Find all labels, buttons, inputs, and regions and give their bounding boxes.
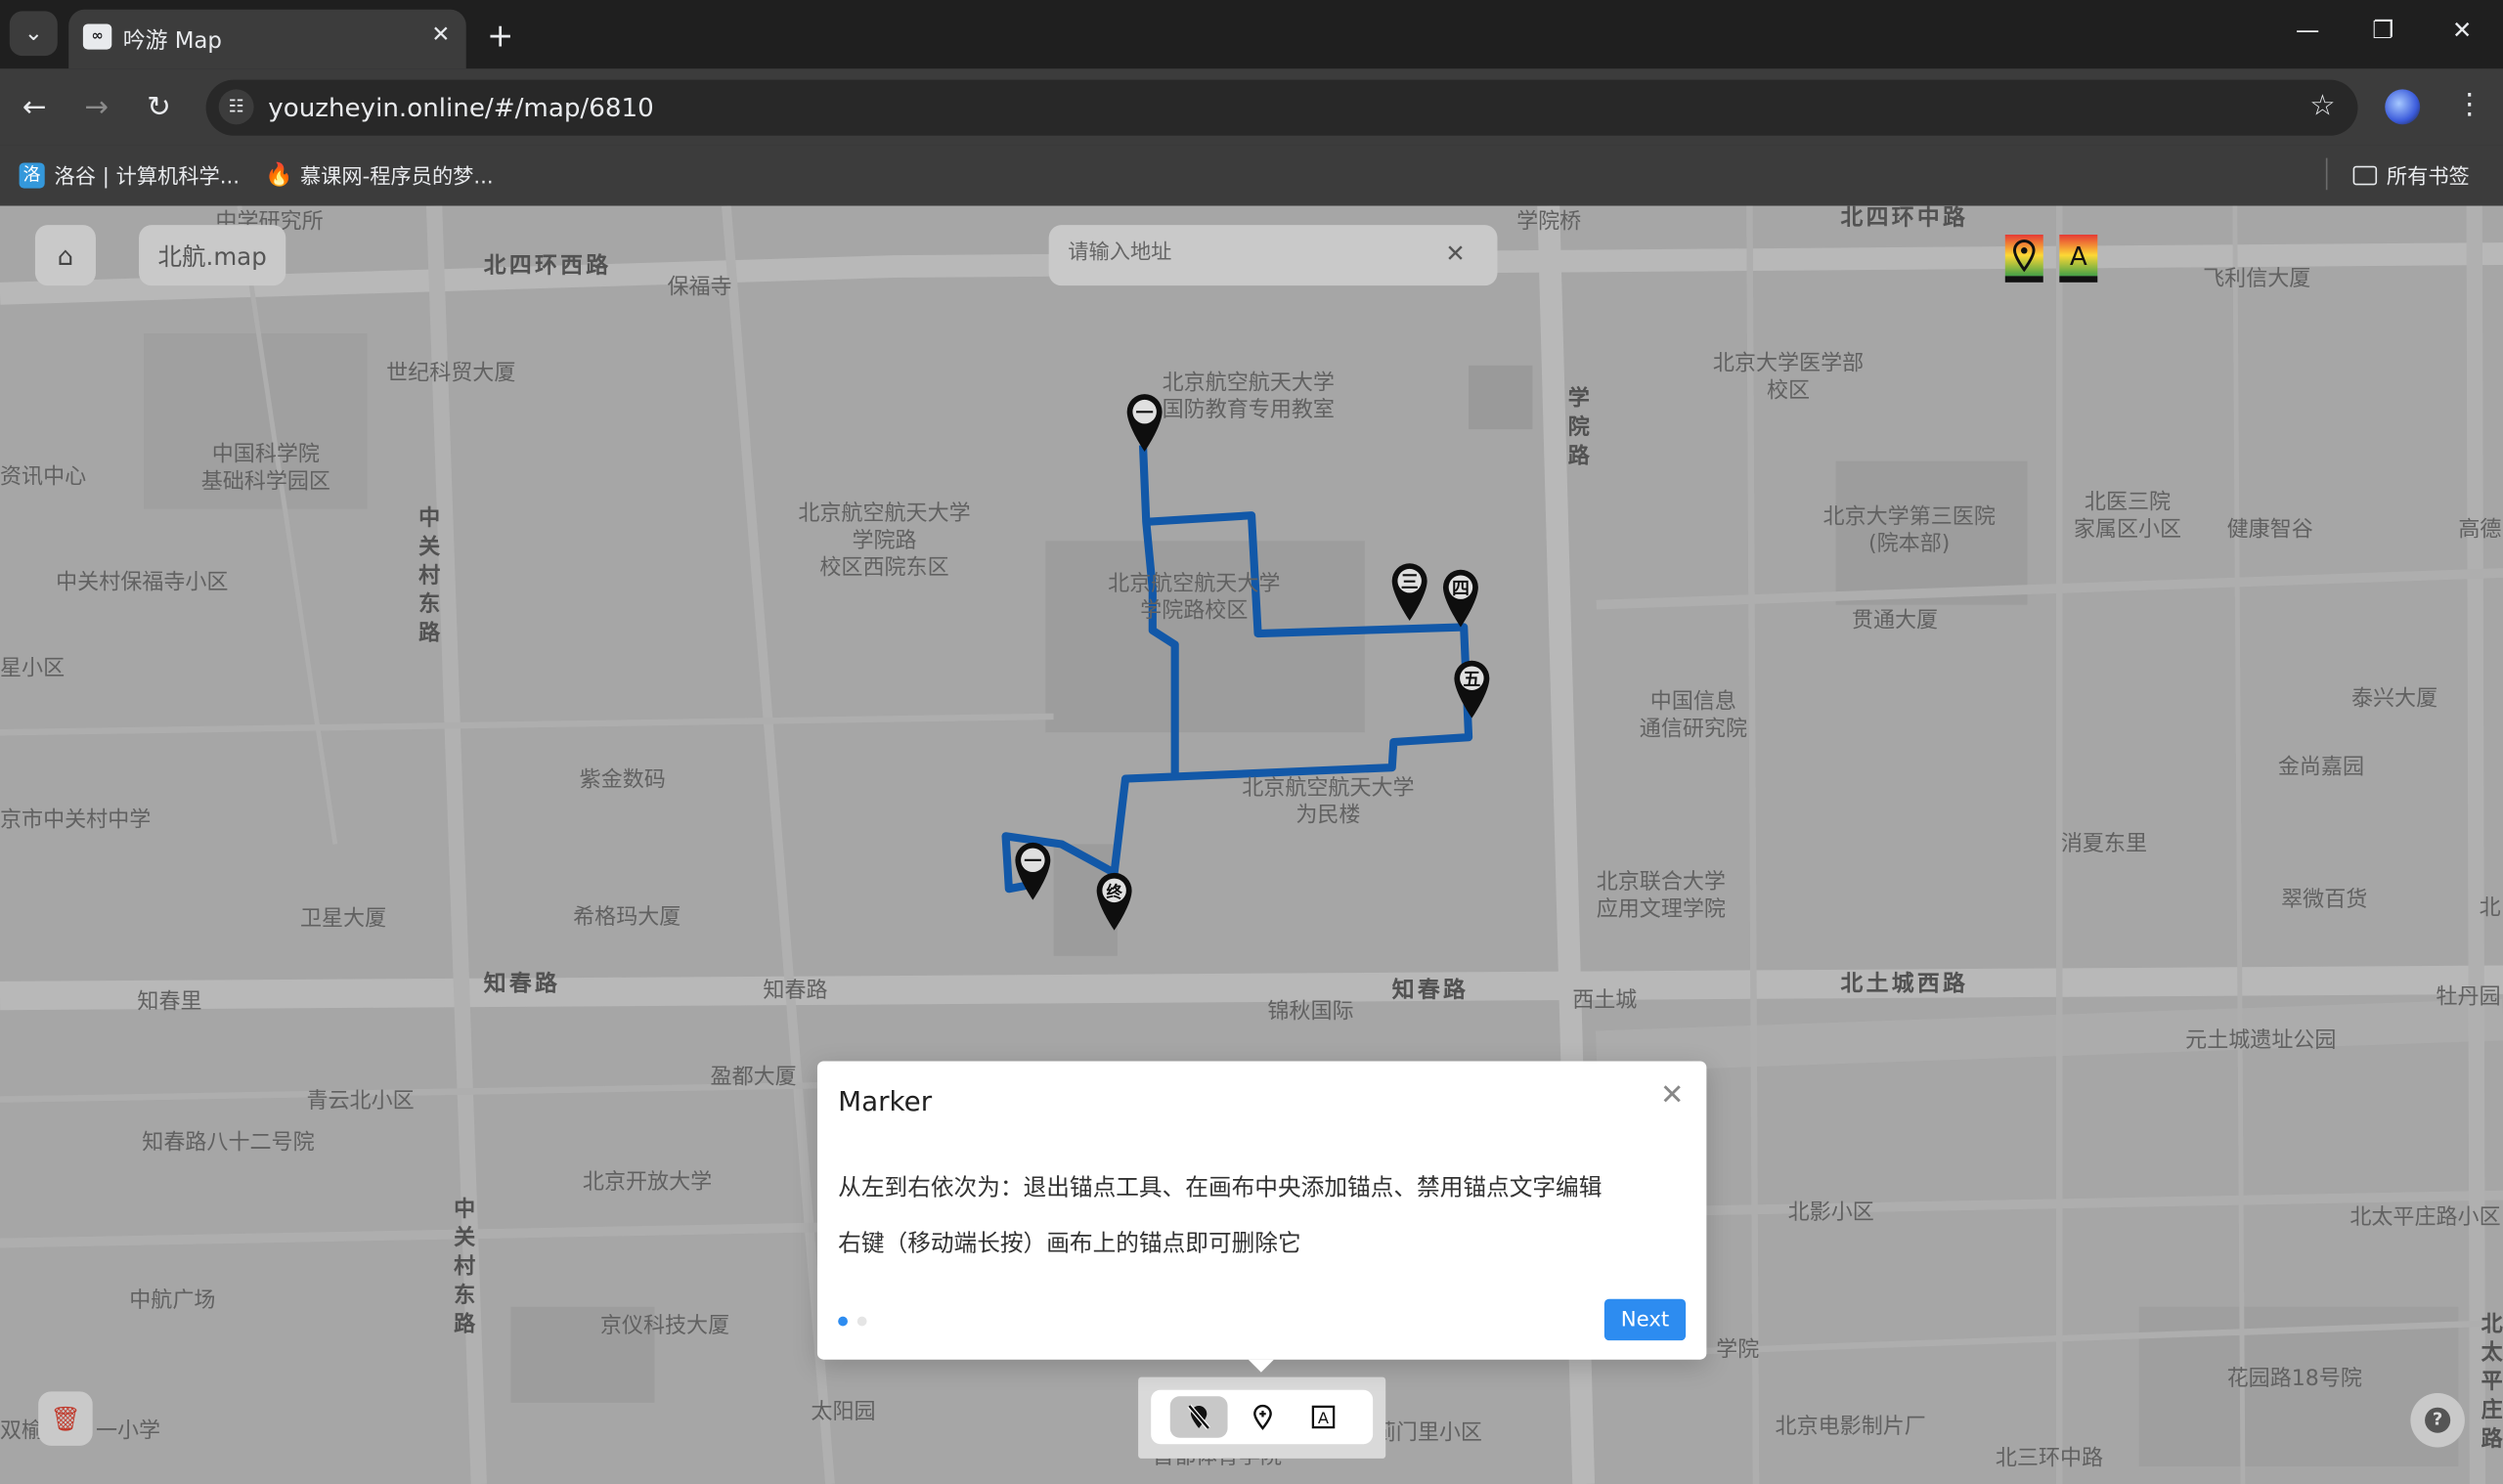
url-text[interactable]: youzheyin.online/#/map/6810: [268, 93, 653, 123]
bookmark-label: 慕课网-程序员的梦...: [299, 165, 494, 191]
profile-avatar[interactable]: [2385, 89, 2421, 125]
reload-icon[interactable]: ↻: [147, 91, 171, 124]
browser-menu-icon[interactable]: ⋮: [2455, 88, 2483, 121]
svg-text:A: A: [2070, 242, 2087, 272]
marker-layer-button[interactable]: [2004, 234, 2043, 283]
tour-step-dot-active: [838, 1316, 848, 1327]
trash-icon: 🗑: [50, 1404, 81, 1433]
next-button[interactable]: Next: [1603, 1298, 1687, 1341]
map-title-text: 北航.map: [157, 241, 267, 271]
window-close-icon[interactable]: ✕: [2452, 16, 2473, 44]
tour-progress-dots: [838, 1316, 867, 1327]
svg-text:A: A: [1318, 1409, 1330, 1427]
tour-description-line1: 从左到右依次为：退出锚点工具、在画布中央添加锚点、禁用锚点文字编辑: [838, 1176, 1603, 1202]
bookmark-luogu[interactable]: 洛 洛谷 | 计算机科学...: [19, 159, 240, 191]
restore-icon[interactable]: ❐: [2372, 16, 2393, 44]
tab-strip: ⌄ ∞ 吟游 Map ✕ + — ❐ ✕: [0, 0, 2503, 69]
home-button[interactable]: ⌂: [34, 225, 96, 286]
all-bookmarks[interactable]: 所有书签: [2352, 159, 2470, 191]
active-tab[interactable]: ∞ 吟游 Map ✕: [68, 9, 466, 69]
site-favicon-icon: ∞: [82, 23, 112, 50]
address-input[interactable]: [1065, 239, 1423, 267]
tour-dialog: Marker ✕ 从左到右依次为：退出锚点工具、在画布中央添加锚点、禁用锚点文字…: [816, 1061, 1707, 1373]
home-icon: ⌂: [57, 240, 74, 271]
flame-icon: 🔥: [265, 161, 293, 188]
site-info-icon[interactable]: ☷: [218, 89, 254, 125]
text-layer-button[interactable]: A: [2059, 234, 2098, 283]
marker-toolbar: A: [1138, 1376, 1386, 1459]
close-icon[interactable]: ✕: [1660, 1078, 1685, 1112]
map-title[interactable]: 北航.map: [139, 225, 286, 286]
all-bookmarks-label: 所有书签: [2386, 165, 2470, 191]
bookmark-label: 洛谷 | 计算机科学...: [54, 165, 240, 191]
tab-close-icon[interactable]: ✕: [431, 22, 450, 48]
marker-off-icon: [1187, 1404, 1210, 1430]
address-search[interactable]: ✕: [1048, 225, 1498, 286]
bookmark-separator: [2325, 157, 2328, 191]
new-tab-icon[interactable]: +: [487, 16, 513, 54]
tour-description-line2: 右键（移动端长按）画布上的锚点即可删除它: [838, 1232, 1301, 1258]
marker-add-icon: [1253, 1404, 1272, 1430]
marker-toolbar-inner: A: [1151, 1389, 1374, 1445]
delete-button[interactable]: 🗑: [38, 1391, 93, 1446]
clear-icon[interactable]: ✕: [1445, 240, 1466, 268]
help-button[interactable]: ?: [2410, 1392, 2465, 1448]
bookmark-star-icon[interactable]: ☆: [2309, 89, 2335, 122]
tour-step-dot: [856, 1316, 867, 1327]
forward-icon[interactable]: →: [85, 91, 110, 124]
luogu-icon: 洛: [19, 161, 45, 188]
bookmark-imooc[interactable]: 🔥 慕课网-程序员的梦...: [265, 159, 494, 191]
add-marker-center-button[interactable]: [1234, 1396, 1292, 1437]
minimize-icon[interactable]: —: [2296, 16, 2319, 44]
back-icon[interactable]: ←: [22, 91, 47, 124]
tour-title: Marker: [838, 1086, 933, 1119]
help-icon: ?: [2425, 1407, 2451, 1433]
folder-icon: [2352, 164, 2378, 185]
disable-marker-text-button[interactable]: A: [1295, 1396, 1352, 1437]
tab-title: 吟游 Map: [122, 28, 222, 55]
text-box-icon: A: [1311, 1405, 1336, 1429]
exit-marker-tool-button[interactable]: [1169, 1396, 1228, 1438]
bookmarks-bar: 洛 洛谷 | 计算机科学... 🔥 慕课网-程序员的梦... 所有书签: [0, 145, 2503, 208]
address-bar[interactable]: ☷ youzheyin.online/#/map/6810 ☆: [205, 79, 2358, 136]
tab-search-button[interactable]: ⌄: [9, 11, 58, 57]
